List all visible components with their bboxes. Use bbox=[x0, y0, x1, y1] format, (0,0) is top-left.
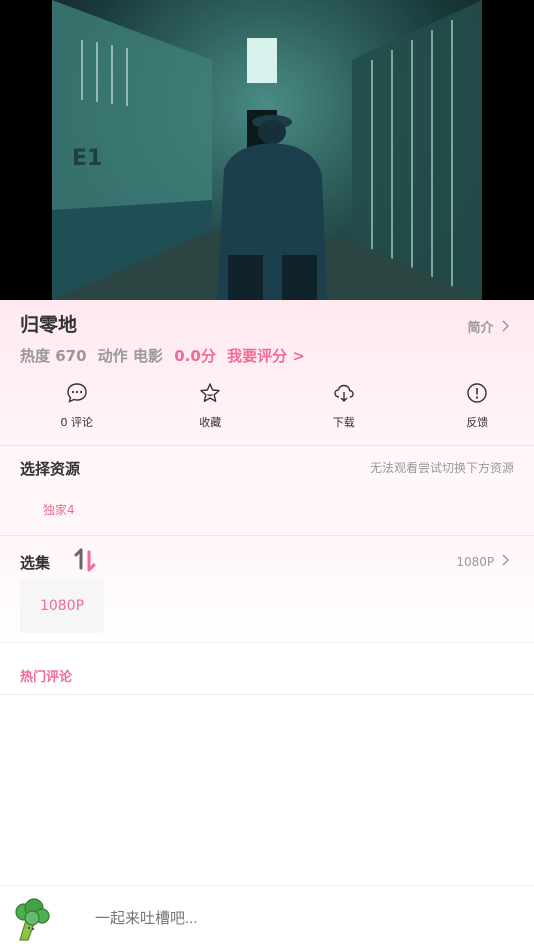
feedback-button[interactable]: 反馈 bbox=[421, 382, 534, 432]
feedback-label: 反馈 bbox=[466, 416, 489, 429]
episodes-section: 选集 1080P 1080P bbox=[0, 535, 534, 642]
movie-meta: 热度 670 动作 电影 0.0分 我要评分 > bbox=[20, 345, 311, 366]
comment-count-label: 0 评论 bbox=[60, 416, 94, 429]
intro-link[interactable]: 简介 bbox=[467, 317, 510, 336]
genre-label: 动作 电影 bbox=[97, 347, 164, 365]
source-option[interactable]: 独家4 bbox=[43, 501, 75, 518]
chevron-right-icon bbox=[497, 320, 510, 336]
comment-button[interactable]: 0 评论 bbox=[20, 382, 134, 432]
sort-icon[interactable] bbox=[74, 548, 96, 572]
quality-selector[interactable]: 1080P bbox=[456, 554, 510, 569]
episodes-title: 选集 bbox=[20, 554, 51, 572]
cloud-download-icon bbox=[333, 382, 355, 408]
star-icon bbox=[199, 382, 221, 408]
comment-bar bbox=[0, 885, 534, 949]
episode-button[interactable]: 1080P bbox=[20, 579, 104, 633]
favorite-button[interactable]: 收藏 bbox=[154, 382, 268, 432]
resource-hint: 无法观看尝试切换下方资源 bbox=[369, 461, 514, 475]
broccoli-avatar-icon bbox=[12, 898, 52, 942]
hot-comments-title: 热门评论 bbox=[20, 670, 73, 685]
rate-button[interactable]: 我要评分 > bbox=[227, 347, 305, 365]
comment-input[interactable] bbox=[95, 910, 294, 927]
chevron-right-icon bbox=[502, 554, 510, 569]
resource-section: 选择资源 无法观看尝试切换下方资源 独家4 bbox=[0, 445, 534, 535]
video-frame: E1 bbox=[52, 0, 482, 300]
resource-title: 选择资源 bbox=[20, 460, 81, 478]
comment-icon bbox=[66, 382, 88, 408]
quality-label: 1080P bbox=[456, 555, 495, 569]
exclamation-icon bbox=[466, 382, 488, 408]
prison-corridor-scene: E1 bbox=[52, 0, 482, 300]
video-player[interactable]: E1 bbox=[0, 0, 534, 300]
heat-label: 热度 670 bbox=[20, 347, 87, 365]
movie-info-panel: 归零地 简介 热度 670 动作 电影 0.0分 我要评分 > 0 评论 收藏 … bbox=[0, 300, 534, 445]
action-bar: 0 评论 收藏 下载 反馈 bbox=[0, 382, 534, 432]
download-button[interactable]: 下载 bbox=[287, 382, 401, 432]
download-label: 下载 bbox=[332, 416, 355, 429]
hot-comments-section: 热门评论 bbox=[0, 642, 534, 695]
favorite-label: 收藏 bbox=[199, 416, 222, 429]
svg-text:E1: E1 bbox=[72, 146, 102, 171]
score-label: 0.0分 bbox=[174, 347, 216, 365]
movie-title: 归零地 bbox=[20, 314, 78, 336]
intro-label: 简介 bbox=[467, 321, 494, 336]
